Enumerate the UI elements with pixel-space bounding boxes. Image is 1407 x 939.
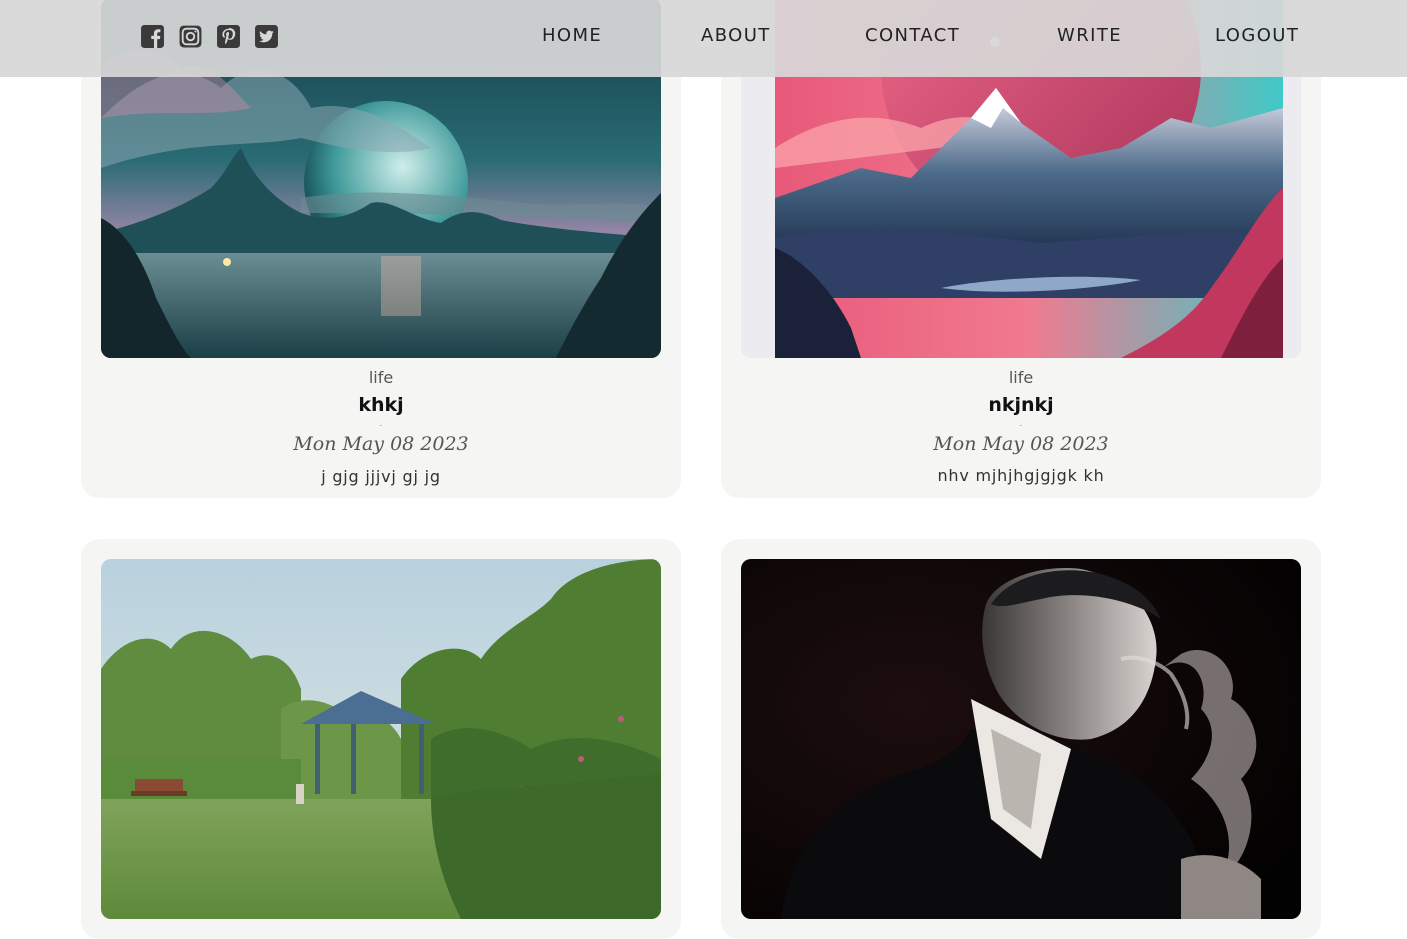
- post-image-park-gazebo[interactable]: [101, 559, 661, 919]
- nav-logout[interactable]: LOGOUT: [1215, 25, 1299, 47]
- post-title[interactable]: nkjnkj: [721, 394, 1321, 416]
- post-image-smoking-man[interactable]: [741, 559, 1301, 919]
- post-category[interactable]: life: [81, 368, 681, 387]
- post-date: Mon May 08 2023: [933, 433, 1109, 455]
- post-card: [721, 539, 1321, 939]
- post-description: nhv mjhjhgjgjgk kh: [937, 466, 1105, 485]
- nav-write[interactable]: WRITE: [1057, 25, 1122, 47]
- top-bar: HOME ABOUT CONTACT WRITE LOGOUT: [0, 0, 1407, 77]
- instagram-icon[interactable]: [178, 24, 203, 49]
- post-card: [81, 539, 681, 939]
- post-category[interactable]: life: [721, 368, 1321, 387]
- social-links: [140, 24, 279, 49]
- pinterest-icon[interactable]: [216, 24, 241, 49]
- title-divider: [380, 425, 382, 426]
- nav-about[interactable]: ABOUT: [701, 25, 771, 47]
- post-description: j gjg jjjvj gj jg: [321, 467, 441, 486]
- nav-contact[interactable]: CONTACT: [865, 25, 960, 47]
- nav-home[interactable]: HOME: [542, 25, 602, 47]
- post-title[interactable]: khkj: [81, 394, 681, 416]
- facebook-square-icon[interactable]: [140, 24, 165, 49]
- post-date: Mon May 08 2023: [293, 433, 469, 455]
- twitter-square-icon[interactable]: [254, 24, 279, 49]
- title-divider: [1020, 425, 1022, 426]
